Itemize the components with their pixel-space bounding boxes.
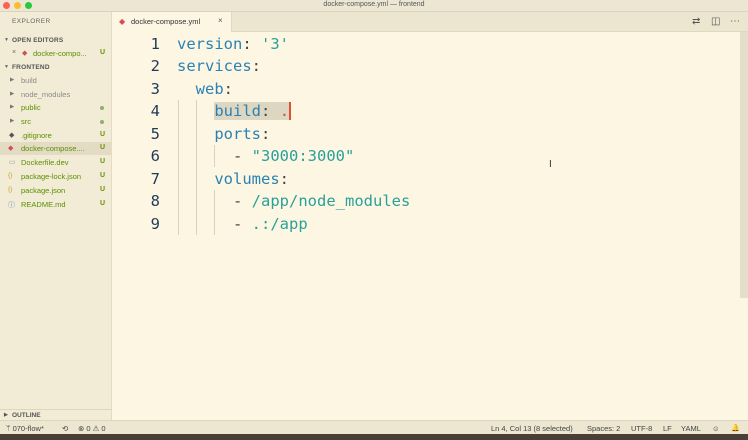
untracked-badge: U [99,131,105,138]
code-editor[interactable]: 1 2 3 4 5 6 7 8 9 version: '3' services:… [112,32,748,420]
desktop-dock-strip [0,434,748,440]
chevron-right-icon: ▶ [10,118,15,124]
untracked-badge: U [99,186,105,193]
json-file-icon: {} [8,186,13,193]
window-title: docker-compose.yml — frontend [323,1,425,8]
line-number: 2 [150,57,160,75]
untracked-badge: U [99,144,105,151]
code-line-8: - /app/node_modules [233,192,411,210]
code-line-1: version: '3' [177,35,289,53]
tree-item-docker-compose[interactable]: ◆ docker-compose.... U [0,142,112,155]
close-icon[interactable]: × [12,49,16,56]
line-number: 4 [150,102,160,120]
git-file-icon: ◆ [9,132,15,139]
tree-item-package-json[interactable]: {} package.json U [0,184,112,197]
tab-bar: ◆ docker-compose.yml × ⇄ ◫ ⋯ [112,12,748,33]
code-line-4: build: . [214,102,292,120]
line-number: 8 [150,192,160,210]
encoding[interactable]: UTF-8 [631,424,652,433]
chevron-down-icon: ▼ [4,64,10,70]
tree-item-gitignore[interactable]: ◆ .gitignore U [0,129,112,142]
tree-item-readme[interactable]: ⓘ README.md U [0,198,112,211]
line-number: 3 [150,80,160,98]
explorer-sidebar: EXPLORER ▼ OPEN EDITORS × ◆ docker-compo… [0,12,112,420]
status-bar: ᛘ 070-flow* ⟲ ⊗ 0 ⚠ 0 Ln 4, Col 13 (8 se… [0,420,748,434]
chevron-right-icon: ▶ [10,77,15,83]
feedback-icon[interactable]: ☺ [712,424,720,433]
indentation[interactable]: Spaces: 2 [587,424,620,433]
explorer-title: EXPLORER [12,18,51,25]
open-editor-item[interactable]: × ◆ docker-compo... U [0,47,112,60]
code-line-9: - .:/app [233,215,308,233]
split-editor-icon[interactable]: ◫ [711,16,720,27]
folder-header-frontend[interactable]: ▼ FRONTEND [0,62,112,74]
code-line-2: services: [177,57,261,75]
tree-item-public[interactable]: ▶ public [0,101,112,114]
code-line-7: volumes: [214,170,289,188]
json-file-icon: {} [8,172,13,179]
untracked-badge: U [99,158,105,165]
tree-item-src[interactable]: ▶ src [0,115,112,128]
chevron-down-icon: ▼ [4,37,10,43]
language-mode[interactable]: YAML [681,424,701,433]
modified-dot [100,106,104,110]
end-of-line[interactable]: LF [663,424,672,433]
tree-item-dockerfile-dev[interactable]: ▭ Dockerfile.dev U [0,156,112,169]
line-number: 1 [150,35,160,53]
tab-label: docker-compose.yml [131,17,201,26]
title-bar: docker-compose.yml — frontend [0,0,748,12]
more-actions-icon[interactable]: ⋯ [730,16,740,27]
docker-file-icon: ◆ [22,50,28,57]
problems-indicator[interactable]: ⊗ 0 ⚠ 0 [78,424,106,433]
tab-docker-compose[interactable]: ◆ docker-compose.yml × [112,12,232,33]
close-icon[interactable]: × [218,16,223,25]
tree-item-package-lock[interactable]: {} package-lock.json U [0,170,112,183]
mouse-cursor-ibeam-icon: I [549,159,552,170]
line-number: 6 [150,147,160,165]
git-branch[interactable]: ᛘ 070-flow* [6,424,44,433]
open-editors-header[interactable]: ▼ OPEN EDITORS [0,35,112,47]
code-line-5: ports: [214,125,271,143]
chevron-right-icon: ▶ [10,104,15,110]
outline-header[interactable]: ▶ OUTLINE [0,409,112,420]
tree-item-build[interactable]: ▶ build [0,74,112,87]
docker-file-icon: ◆ [119,17,126,26]
line-number: 5 [150,125,160,143]
docker-file-icon: ◆ [8,145,14,152]
chevron-right-icon: ▶ [4,412,8,418]
cursor-position[interactable]: Ln 4, Col 13 (8 selected) [491,424,573,433]
vertical-scrollbar[interactable] [740,32,748,298]
untracked-badge: U [99,172,105,179]
line-number: 7 [150,170,160,188]
open-changes-icon[interactable]: ⇄ [692,16,700,27]
tree-item-node-modules[interactable]: ▶ node_modules [0,88,112,101]
info-file-icon: ⓘ [8,202,15,209]
code-line-6: - "3000:3000" [233,147,355,165]
chevron-right-icon: ▶ [10,91,15,97]
code-line-3: web: [195,80,234,98]
file-icon: ▭ [9,159,16,166]
open-editor-name: docker-compo... [33,49,87,58]
bell-icon[interactable]: 🔔 [731,424,740,432]
text-cursor [289,102,292,120]
modified-dot [100,120,104,124]
sync-icon[interactable]: ⟲ [62,424,68,433]
untracked-badge: U [99,200,105,207]
untracked-badge: U [99,49,105,56]
line-number: 9 [150,215,160,233]
